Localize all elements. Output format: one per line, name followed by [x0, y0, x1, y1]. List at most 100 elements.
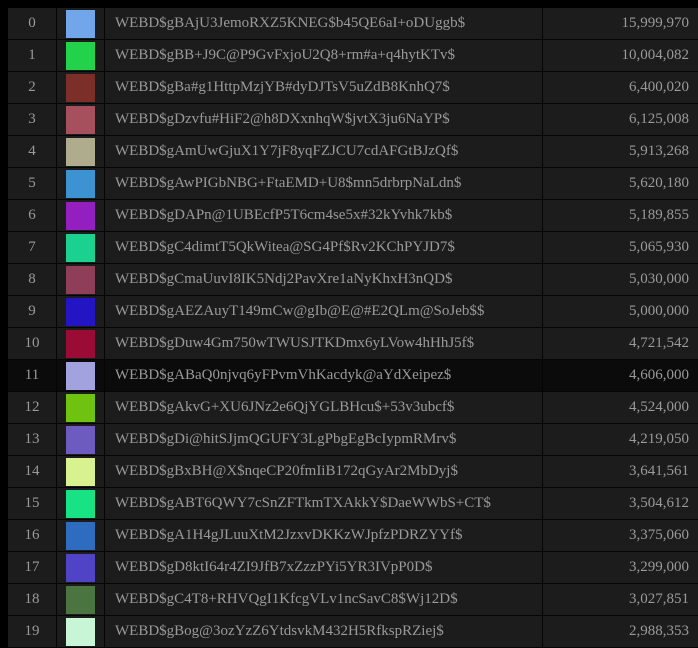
- row-index: 0: [8, 8, 57, 39]
- row-index: 10: [8, 328, 57, 359]
- address-name: WEBD$gAwPIGbNBG+FtaEMD+U8$mn5drbrpNaLdn$: [105, 168, 543, 199]
- address-name: WEBD$gDzvfu#HiF2@h8DXxnhqW$jvtX3ju6NaYP$: [105, 104, 543, 135]
- balance-value: 6,400,020: [629, 79, 689, 95]
- color-swatch-cell: [57, 232, 105, 263]
- row-index: 13: [8, 424, 57, 455]
- color-swatch-cell: [57, 168, 105, 199]
- address-name: WEBD$gCmaUuvI8IK5Ndj2PavXre1aNyKhxH3nQD$: [105, 264, 543, 295]
- balance-value: 5,065,930: [629, 239, 689, 255]
- table-row[interactable]: 15 WEBD$gABT6QWY7cSnZFTkmTXAkkY$DaeWWbS+C…: [8, 488, 698, 520]
- color-swatch-cell: [57, 456, 105, 487]
- row-index: 19: [8, 616, 57, 647]
- address-name: WEBD$gA1H4gJLuuXtM2JzxvDKKzWJpfzPDRZYYf$: [105, 520, 543, 551]
- color-swatch-cell: [57, 40, 105, 71]
- row-index: 3: [8, 104, 57, 135]
- balance-value: 3,299,000: [629, 559, 689, 575]
- balance-value: 4,219,050: [629, 431, 689, 447]
- color-swatch-cell: [57, 328, 105, 359]
- color-swatch: [66, 585, 95, 614]
- table-row[interactable]: 17 WEBD$gD8ktI64r4ZI9JfB7xZzzPYi5YR3IVpP0…: [8, 552, 698, 584]
- color-swatch: [66, 73, 95, 102]
- color-swatch: [66, 297, 95, 326]
- color-swatch: [66, 41, 95, 70]
- color-swatch: [66, 553, 95, 582]
- color-swatch-cell: [57, 264, 105, 295]
- table-row[interactable]: 13 WEBD$gDi@hitSJjmQGUFY3LgPbgEgBcIypmRMr…: [8, 424, 698, 456]
- color-swatch-cell: [57, 104, 105, 135]
- row-index: 11: [8, 360, 57, 391]
- balance-value: 5,189,855: [629, 207, 689, 223]
- color-swatch-cell: [57, 584, 105, 615]
- color-swatch-cell: [57, 72, 105, 103]
- table-row[interactable]: 7 WEBD$gC4dimtT5QkWitea@SG4Pf$Rv2KChPYJD7…: [8, 232, 698, 264]
- balance-value: 10,004,082: [621, 47, 690, 63]
- table-row[interactable]: 5 WEBD$gAwPIGbNBG+FtaEMD+U8$mn5drbrpNaLdn…: [8, 168, 698, 200]
- table-row[interactable]: 4 WEBD$gAmUwGjuX1Y7jF8yqFZJCU7cdAFGtBJzQf…: [8, 136, 698, 168]
- row-index: 5: [8, 168, 57, 199]
- table-row[interactable]: 6 WEBD$gDAPn@1UBEcfP5T6cm4se5x#32kYvhk7kb…: [8, 200, 698, 232]
- row-index: 16: [8, 520, 57, 551]
- address-name: WEBD$gAmUwGjuX1Y7jF8yqFZJCU7cdAFGtBJzQf$: [105, 136, 543, 167]
- balance-value: 2,988,353: [629, 623, 689, 639]
- color-swatch: [66, 329, 95, 358]
- table-row[interactable]: 0 WEBD$gBAjU3JemoRXZ5KNEG$b45QE6aI+oDUggb…: [8, 8, 698, 40]
- table-row[interactable]: 11 WEBD$gABaQ0njvq6yFPvmVhKacdyk@aYdXeipe…: [8, 360, 698, 392]
- row-index: 4: [8, 136, 57, 167]
- address-name: WEBD$gAEZAuyT149mCw@gIb@E@#E2QLm@SoJeb$$: [105, 296, 543, 327]
- table-row[interactable]: 8 WEBD$gCmaUuvI8IK5Ndj2PavXre1aNyKhxH3nQD…: [8, 264, 698, 296]
- color-swatch: [66, 393, 95, 422]
- table-row[interactable]: 18 WEBD$gC4T8+RHVQgI1KfcgVLv1ncSavC8$Wj12…: [8, 584, 698, 616]
- table-row[interactable]: 16 WEBD$gA1H4gJLuuXtM2JzxvDKKzWJpfzPDRZYY…: [8, 520, 698, 552]
- address-name: WEBD$gABT6QWY7cSnZFTkmTXAkkY$DaeWWbS+CT$: [105, 488, 543, 519]
- color-swatch-cell: [57, 424, 105, 455]
- balance-value: 15,999,970: [621, 15, 690, 31]
- color-swatch: [66, 137, 95, 166]
- color-swatch: [66, 233, 95, 262]
- color-swatch-cell: [57, 8, 105, 39]
- token-holders-table: 0 WEBD$gBAjU3JemoRXZ5KNEG$b45QE6aI+oDUggb…: [8, 8, 698, 648]
- balance-value: 4,524,000: [629, 399, 689, 415]
- address-name: WEBD$gBog@3ozYzZ6YtdsvkM432H5RfkspRZiej$: [105, 616, 543, 647]
- color-swatch-cell: [57, 392, 105, 423]
- address-name: WEBD$gDi@hitSJjmQGUFY3LgPbgEgBcIypmRMrv$: [105, 424, 543, 455]
- table-row[interactable]: 2 WEBD$gBa#g1HttpMzjYB#dyDJTsV5uZdB8KnhQ7…: [8, 72, 698, 104]
- balance-value: 6,125,008: [629, 111, 689, 127]
- address-name: WEBD$gC4dimtT5QkWitea@SG4Pf$Rv2KChPYJD7$: [105, 232, 543, 263]
- color-swatch: [66, 617, 95, 646]
- address-name: WEBD$gDuw4Gm750wTWUSJTKDmx6yLVow4hHhJ5f$: [105, 328, 543, 359]
- address-name: WEBD$gDAPn@1UBEcfP5T6cm4se5x#32kYvhk7kb$: [105, 200, 543, 231]
- row-index: 18: [8, 584, 57, 615]
- color-swatch-cell: [57, 488, 105, 519]
- table-row[interactable]: 1 WEBD$gBB+J9C@P9GvFxjoU2Q8+rm#a+q4hytKTv…: [8, 40, 698, 72]
- row-index: 15: [8, 488, 57, 519]
- address-name: WEBD$gBa#g1HttpMzjYB#dyDJTsV5uZdB8KnhQ7$: [105, 72, 543, 103]
- balance-value: 5,030,000: [629, 271, 689, 287]
- color-swatch: [66, 457, 95, 486]
- table-row[interactable]: 9 WEBD$gAEZAuyT149mCw@gIb@E@#E2QLm@SoJeb$…: [8, 296, 698, 328]
- row-index: 6: [8, 200, 57, 231]
- balance-value: 5,913,268: [629, 143, 689, 159]
- color-swatch: [66, 265, 95, 294]
- balance-value: 3,027,851: [629, 591, 689, 607]
- balance-value: 4,606,000: [629, 367, 689, 383]
- address-name: WEBD$gBB+J9C@P9GvFxjoU2Q8+rm#a+q4hytKTv$: [105, 40, 543, 71]
- row-index: 9: [8, 296, 57, 327]
- row-index: 14: [8, 456, 57, 487]
- color-swatch: [66, 169, 95, 198]
- address-name: WEBD$gBAjU3JemoRXZ5KNEG$b45QE6aI+oDUggb$: [105, 8, 543, 39]
- color-swatch-cell: [57, 200, 105, 231]
- color-swatch-cell: [57, 552, 105, 583]
- address-name: WEBD$gABaQ0njvq6yFPvmVhKacdyk@aYdXeipez$: [105, 360, 543, 391]
- row-index: 17: [8, 552, 57, 583]
- table-row[interactable]: 3 WEBD$gDzvfu#HiF2@h8DXxnhqW$jvtX3ju6NaYP…: [8, 104, 698, 136]
- color-swatch: [66, 489, 95, 518]
- table-row[interactable]: 19 WEBD$gBog@3ozYzZ6YtdsvkM432H5RfkspRZie…: [8, 616, 698, 648]
- table-row[interactable]: 12 WEBD$gAkvG+XU6JNz2e6QjYGLBHcu$+53v3ubc…: [8, 392, 698, 424]
- color-swatch: [66, 9, 95, 38]
- table-row[interactable]: 14 WEBD$gBxBH@X$nqeCP20fmIiB172qGyAr2MbDy…: [8, 456, 698, 488]
- color-swatch: [66, 201, 95, 230]
- address-name: WEBD$gD8ktI64r4ZI9JfB7xZzzPYi5YR3IVpP0D$: [105, 552, 543, 583]
- row-index: 12: [8, 392, 57, 423]
- color-swatch: [66, 425, 95, 454]
- table-row[interactable]: 10 WEBD$gDuw4Gm750wTWUSJTKDmx6yLVow4hHhJ5…: [8, 328, 698, 360]
